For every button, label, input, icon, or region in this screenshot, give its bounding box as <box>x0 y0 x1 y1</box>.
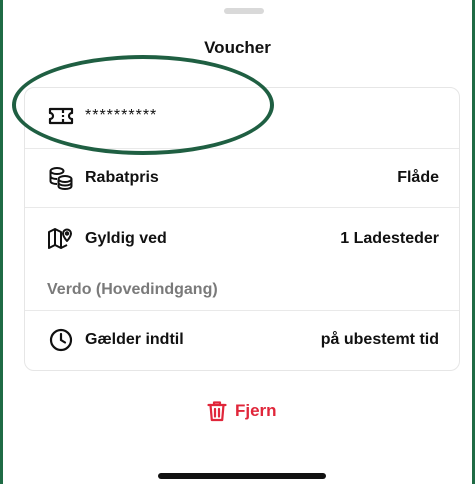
location-row: Verdo (Hovedindgang) <box>25 270 459 310</box>
discount-label: Rabatpris <box>85 169 159 186</box>
valid-at-label: Gyldig ved <box>85 230 167 247</box>
discount-row: Rabatpris Flåde <box>25 149 459 207</box>
remove-voucher-button[interactable]: Fjern <box>207 400 277 422</box>
sheet-drag-handle[interactable] <box>224 8 264 14</box>
home-indicator <box>158 473 326 479</box>
location-name: Verdo (Hovedindgang) <box>47 281 218 298</box>
coins-icon <box>47 165 75 191</box>
valid-at-value: 1 Ladesteder <box>340 230 439 247</box>
discount-value: Flåde <box>397 169 439 186</box>
sheet-title: Voucher <box>204 38 271 57</box>
sheet-left-border <box>0 0 3 484</box>
map-pin-icon <box>47 226 75 252</box>
clock-icon <box>47 327 75 353</box>
remove-label: Fjern <box>235 401 277 420</box>
valid-until-value: på ubestemt tid <box>320 331 439 348</box>
valid-until-label: Gælder indtil <box>85 331 184 348</box>
trash-icon <box>207 400 227 422</box>
highlight-circle <box>12 55 274 155</box>
valid-until-row: Gælder indtil på ubestemt tid <box>25 311 459 369</box>
valid-at-row: Gyldig ved 1 Ladesteder <box>25 208 459 270</box>
